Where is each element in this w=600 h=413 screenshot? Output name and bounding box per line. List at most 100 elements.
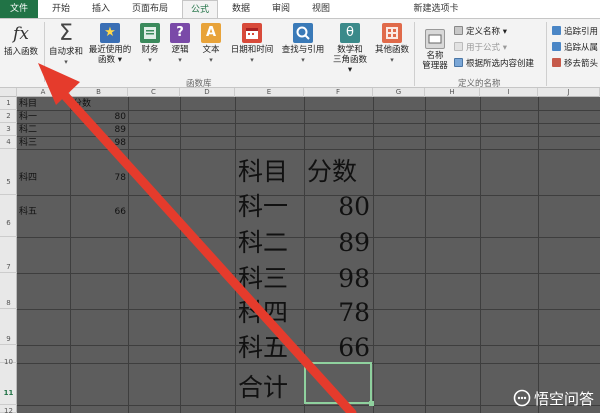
column-header-g[interactable]: G — [373, 88, 425, 97]
insert-function-label: 插入函数 — [3, 47, 38, 57]
cell-e9[interactable]: 科四 — [238, 298, 288, 328]
text-button[interactable]: A 文本 ▾ — [196, 23, 226, 65]
star-icon: ★ — [100, 23, 120, 43]
tab-home[interactable]: 开始 — [44, 0, 78, 18]
trace-precedents-label: 追踪引用 — [564, 27, 599, 37]
cell-e6[interactable]: 科一 — [238, 192, 288, 222]
lookup-button[interactable]: 查找与引用 ▾ — [278, 23, 328, 65]
tab-file[interactable]: 文件 — [0, 0, 38, 18]
row-header-9[interactable]: 9 — [0, 309, 17, 345]
finance-label: 财务 — [141, 45, 159, 55]
define-name-button[interactable]: 定义名称 ▾ — [454, 25, 507, 37]
datetime-button[interactable]: 日期和时间 ▾ — [228, 23, 276, 65]
column-header-i[interactable]: I — [480, 88, 538, 97]
cell-f9[interactable]: 78 — [307, 298, 370, 328]
name-manager-label: 名称 — [426, 51, 444, 61]
cell-f7[interactable]: 89 — [307, 228, 370, 258]
finance-book-icon — [140, 23, 160, 43]
column-header-b[interactable]: B — [70, 88, 128, 97]
letter-a-icon: A — [201, 23, 221, 43]
insert-function-button[interactable]: fx 插入函数 — [0, 23, 42, 57]
recently-used-button[interactable]: ★ 最近使用的 函数 ▾ — [86, 23, 134, 65]
cell-e10[interactable]: 科五 — [238, 333, 288, 363]
column-header-j[interactable]: J — [538, 88, 600, 97]
row-header-11[interactable]: 11 — [0, 363, 17, 405]
theta-icon: θ — [340, 23, 360, 43]
column-header-d[interactable]: D — [180, 88, 235, 97]
tab-formulas[interactable]: 公式 — [182, 0, 218, 19]
formula-icon — [454, 42, 463, 51]
name-manager-button[interactable]: 名称 管理器 — [418, 29, 452, 71]
calendar-icon — [242, 23, 262, 43]
cell-e11[interactable]: 合计 — [238, 373, 288, 403]
column-header-h[interactable]: H — [425, 88, 480, 97]
tab-data[interactable]: 数据 — [224, 0, 258, 18]
cell-a4[interactable]: 科三 — [19, 138, 37, 148]
row-header-8[interactable]: 8 — [0, 273, 17, 309]
tab-view[interactable]: 视图 — [304, 0, 338, 18]
cell-f6[interactable]: 80 — [307, 192, 370, 222]
row-header-12[interactable]: 12 — [0, 405, 17, 413]
autosum-button[interactable]: Σ 自动求和 ▾ — [47, 23, 85, 67]
row-header-2[interactable]: 2 — [0, 110, 17, 123]
column-header-a[interactable]: A — [17, 88, 70, 97]
finance-button[interactable]: 财务 ▾ — [136, 23, 164, 65]
cell-b2[interactable]: 80 — [107, 112, 126, 122]
magnifier-icon — [293, 23, 313, 43]
row-header-3[interactable]: 3 — [0, 123, 17, 136]
tab-page-layout[interactable]: 页面布局 — [124, 0, 176, 18]
create-from-selection-button[interactable]: 根据所选内容创建 — [454, 57, 534, 69]
row-header-4[interactable]: 4 — [0, 136, 17, 149]
row-header-6[interactable]: 6 — [0, 195, 17, 237]
text-label: 文本 — [202, 45, 220, 55]
cell-e7[interactable]: 科二 — [238, 228, 288, 258]
sigma-icon: Σ — [59, 21, 73, 46]
row-header-1[interactable]: 1 — [0, 97, 17, 110]
row-header-7[interactable]: 7 — [0, 237, 17, 273]
cell-b6[interactable]: 66 — [107, 207, 126, 217]
cell-f10[interactable]: 66 — [307, 333, 370, 363]
cell-e8[interactable]: 科三 — [238, 264, 288, 294]
cell-b5[interactable]: 78 — [107, 173, 126, 183]
cell-f5[interactable]: 分数 — [307, 157, 357, 187]
math-trig-button[interactable]: θ 数学和 三角函数 ▾ — [330, 23, 370, 75]
remove-arrows-button[interactable]: 移去箭头 — [552, 57, 598, 69]
tab-insert[interactable]: 插入 — [84, 0, 118, 18]
cell-a5[interactable]: 科四 — [19, 173, 37, 183]
watermark-text: 悟空问答 — [533, 390, 594, 408]
cell-a6[interactable]: 科五 — [19, 207, 37, 217]
define-name-label: 定义名称 — [466, 27, 501, 37]
cell-e5[interactable]: 科目 — [238, 157, 288, 187]
logic-label: 逻辑 — [171, 45, 189, 55]
logic-button[interactable]: ? 逻辑 ▾ — [166, 23, 194, 65]
more-functions-button[interactable]: 其他函数 ▾ — [372, 23, 412, 65]
trace-dependents-button[interactable]: 追踪从属 — [552, 41, 598, 53]
tab-review[interactable]: 审阅 — [264, 0, 298, 18]
lookup-label: 查找与引用 — [281, 45, 325, 55]
column-headers: A B C D E F G H I J — [0, 88, 600, 97]
recently-used-label: 最近使用的 — [88, 45, 132, 55]
row-headers: 1 2 3 4 5 6 7 8 9 10 11 12 — [0, 97, 17, 413]
name-tag-icon — [425, 29, 445, 49]
row-header-5[interactable]: 5 — [0, 149, 17, 195]
trace-precedents-button[interactable]: 追踪引用 — [552, 25, 598, 37]
fx-icon: fx — [13, 24, 29, 44]
column-header-c[interactable]: C — [128, 88, 180, 97]
cell-f8[interactable]: 98 — [307, 264, 370, 294]
selected-cell-f11[interactable] — [304, 362, 372, 404]
tag-icon — [454, 26, 463, 35]
tab-new[interactable]: 新建选项卡 — [408, 0, 464, 18]
cell-b3[interactable]: 89 — [107, 125, 126, 135]
use-in-formula-button[interactable]: 用于公式 ▾ — [454, 41, 507, 53]
column-header-f[interactable]: F — [304, 88, 373, 97]
worksheet-grid[interactable]: 科目 分数 科一 80 科二 89 科三 98 科四 78 科五 66 科目 分… — [17, 97, 600, 413]
cell-a3[interactable]: 科二 — [19, 125, 37, 135]
select-all-corner[interactable] — [0, 88, 17, 97]
cell-b4[interactable]: 98 — [107, 138, 126, 148]
fill-handle[interactable] — [369, 401, 374, 406]
cell-a2[interactable]: 科一 — [19, 112, 37, 122]
column-header-e[interactable]: E — [235, 88, 304, 97]
row-header-10[interactable]: 10 — [0, 345, 17, 366]
cell-b1[interactable]: 分数 — [73, 99, 91, 109]
cell-a1[interactable]: 科目 — [19, 99, 37, 109]
